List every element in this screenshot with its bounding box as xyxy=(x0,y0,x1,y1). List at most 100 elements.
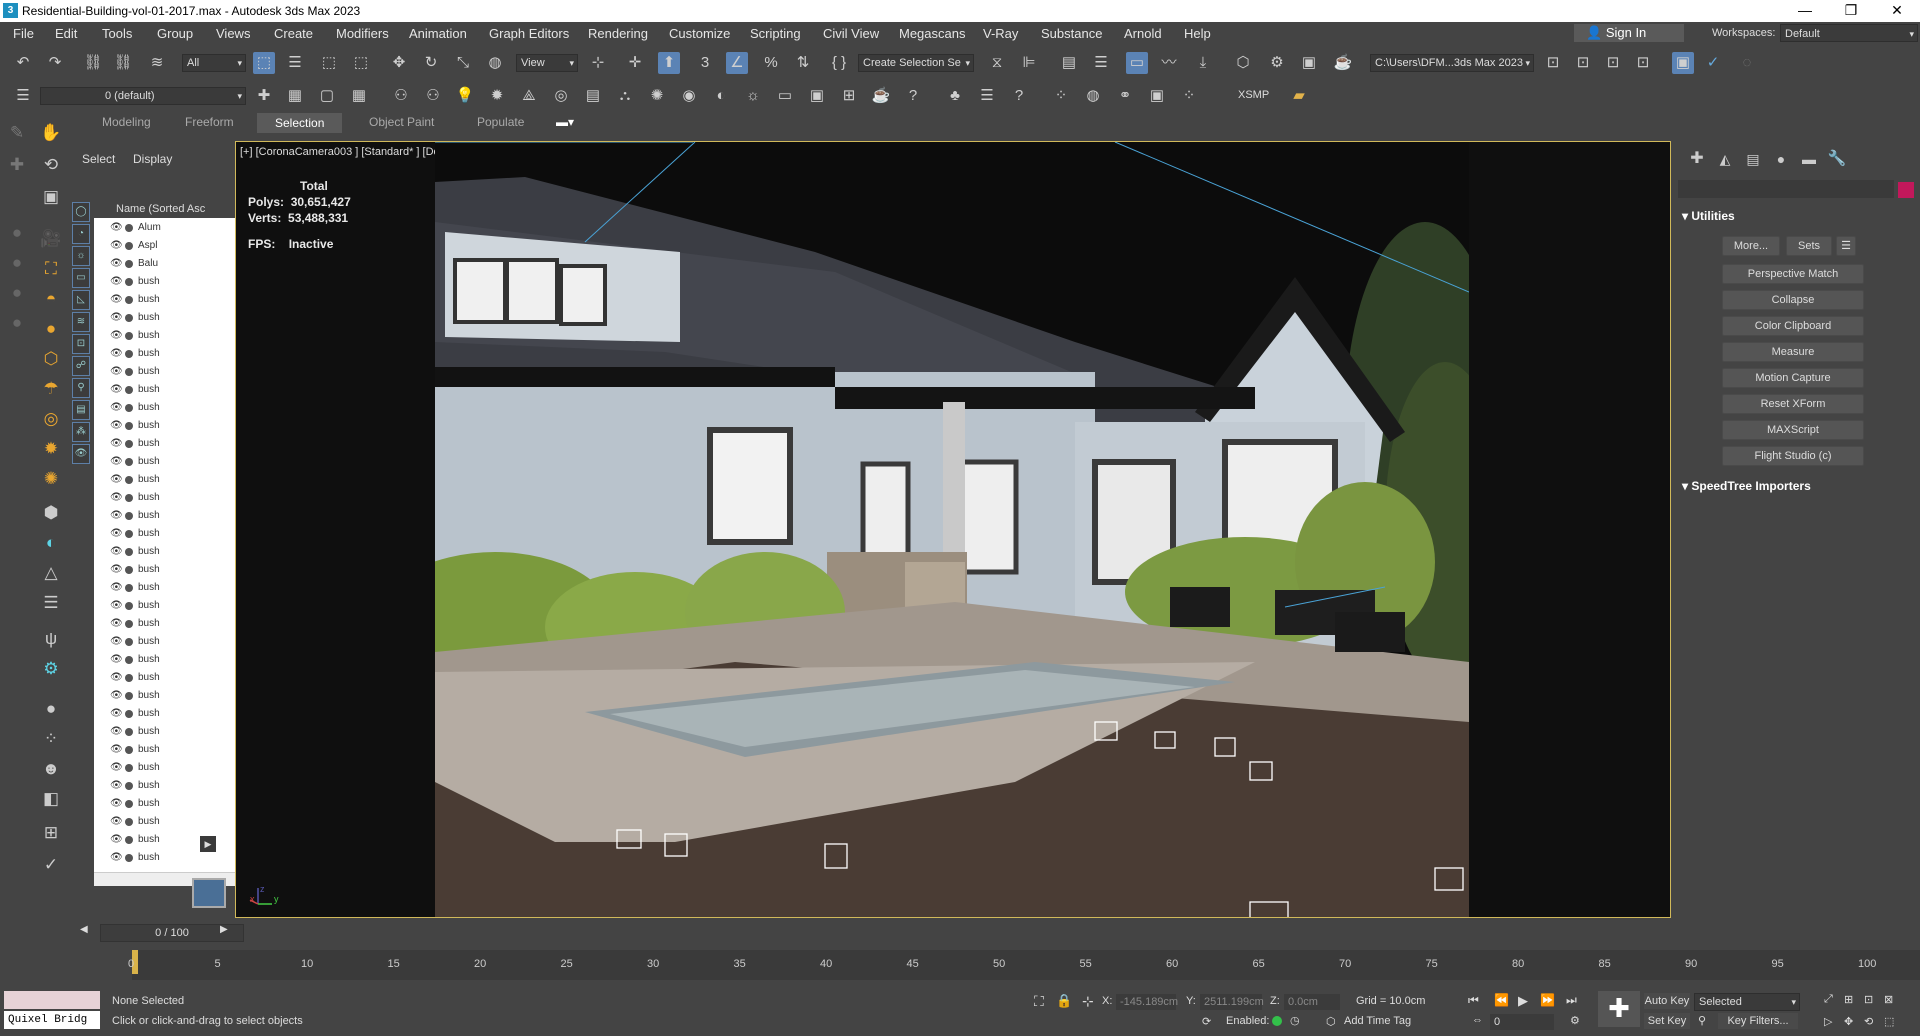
explorer-row[interactable]: 👁 bush xyxy=(94,543,258,561)
toolbar-icon-d[interactable]: ⊡ xyxy=(1632,52,1654,74)
color-clipboard-button[interactable]: Color Clipboard xyxy=(1722,316,1864,336)
tab-populate[interactable]: Populate xyxy=(477,115,524,129)
redo-icon[interactable]: ↷ xyxy=(44,52,66,74)
circle-icon-4[interactable]: ● xyxy=(4,312,30,334)
freeze-toggle-icon[interactable] xyxy=(125,782,133,790)
configure-sets-icon[interactable]: ☰ xyxy=(1836,236,1856,256)
timeline-track[interactable]: 0 5 10 15 20 25 30 35 40 45 50 55 60 65 70 75 80 85 90 95 10… xyxy=(128,950,1920,980)
menu-rendering[interactable]: Rendering xyxy=(588,26,648,41)
explorer-row[interactable]: 👁 bush xyxy=(94,597,258,615)
spinner-snap-icon[interactable]: ⇅ xyxy=(792,52,814,74)
filter-frozen-icon[interactable]: ▤ xyxy=(72,400,90,420)
explorer-row[interactable]: 👁 bush xyxy=(94,777,258,795)
menu-file[interactable]: File xyxy=(13,26,34,41)
rollout-speedtree[interactable]: ▾ SpeedTree Importers xyxy=(1674,476,1912,496)
lightbulb-icon[interactable]: ☼ xyxy=(742,85,764,107)
frame-buffer-icon[interactable]: ▣ xyxy=(806,85,828,107)
timeline-prev-icon[interactable]: ◀ xyxy=(80,924,88,935)
freeze-toggle-icon[interactable] xyxy=(125,224,133,232)
freeze-toggle-icon[interactable] xyxy=(125,242,133,250)
x-coordinate-field[interactable]: -145.189cm xyxy=(1116,994,1178,1010)
enabled-indicator[interactable] xyxy=(1272,1016,1282,1026)
y-coordinate-field[interactable]: 2511.199cm xyxy=(1200,994,1264,1010)
layer-dropdown[interactable]: 0 (default) xyxy=(40,87,246,105)
visibility-eye-icon[interactable]: 👁 xyxy=(110,507,123,525)
freeze-toggle-icon[interactable] xyxy=(125,818,133,826)
list-tool-icon[interactable]: ☰ xyxy=(38,592,64,614)
hand-icon[interactable]: ✋ xyxy=(38,122,64,144)
explorer-row[interactable]: 👁 Alum xyxy=(94,219,258,237)
freeze-toggle-icon[interactable] xyxy=(125,692,133,700)
teapot-tool-icon[interactable]: ☂ xyxy=(38,378,64,400)
explorer-row[interactable]: 👁 bush xyxy=(94,507,258,525)
visibility-eye-icon[interactable]: 👁 xyxy=(110,345,123,363)
node-icon-2[interactable]: ◍ xyxy=(1082,85,1104,107)
explorer-row[interactable]: 👁 bush xyxy=(94,471,258,489)
tab-object-paint[interactable]: Object Paint xyxy=(369,115,434,129)
explorer-row[interactable]: 👁 bush xyxy=(94,561,258,579)
current-frame-field[interactable]: 0 xyxy=(1490,1014,1554,1030)
freeze-toggle-icon[interactable] xyxy=(125,350,133,358)
scene-list-icon[interactable]: ▤ xyxy=(582,85,604,107)
quixel-bridge-field[interactable]: Quixel Bridg xyxy=(4,1011,100,1029)
visibility-eye-icon[interactable]: 👁 xyxy=(110,669,123,687)
visibility-eye-icon[interactable]: 👁 xyxy=(110,831,123,849)
visibility-eye-icon[interactable]: 👁 xyxy=(110,813,123,831)
visibility-eye-icon[interactable]: 👁 xyxy=(110,255,123,273)
paint-icon[interactable]: ⛶ xyxy=(38,258,64,280)
link-icon[interactable]: ⛓ xyxy=(82,52,104,74)
orbit-icon[interactable]: ⟲ xyxy=(38,154,64,176)
object-color-swatch[interactable] xyxy=(1898,182,1914,198)
menu-views[interactable]: Views xyxy=(216,26,250,41)
freeze-toggle-icon[interactable] xyxy=(125,800,133,808)
freeze-toggle-icon[interactable] xyxy=(125,260,133,268)
filter-hidden-icon[interactable]: 👁 xyxy=(72,444,90,464)
create-tab-icon[interactable]: ✚ xyxy=(1684,148,1710,170)
layers-icon[interactable]: ☰ xyxy=(12,85,34,107)
key-mode-icon[interactable]: ⇔ xyxy=(1472,1014,1483,1026)
visibility-eye-icon[interactable]: 👁 xyxy=(110,579,123,597)
explorer-row[interactable]: 👁 bush xyxy=(94,849,258,867)
circle-icon-1[interactable]: ● xyxy=(4,222,30,244)
visibility-eye-icon[interactable]: 👁 xyxy=(110,399,123,417)
list-icon[interactable]: ☰ xyxy=(976,85,998,107)
unlink-icon[interactable]: ⛓ xyxy=(112,52,134,74)
maximize-viewport-icon[interactable]: ⬚ xyxy=(1884,1015,1894,1028)
visibility-eye-icon[interactable]: 👁 xyxy=(110,453,123,471)
add-time-tag-icon[interactable]: ⬡ xyxy=(1326,1015,1336,1028)
explorer-row[interactable]: 👁 bush xyxy=(94,291,258,309)
rollout-utilities[interactable]: ▾ Utilities xyxy=(1674,206,1912,226)
vray-logo-icon[interactable]: ✓ xyxy=(38,854,64,876)
explorer-list[interactable]: 👁 Alum 👁 Aspl 👁 Balu 👁 bush 👁 bush 👁 bush 👁 bush 👁 bush… xyxy=(94,201,258,878)
measure-button[interactable]: Measure xyxy=(1722,342,1864,362)
vray-toolbar-icon-2[interactable]: ⚇ xyxy=(422,85,444,107)
curve-editor-icon[interactable]: 〰 xyxy=(1158,52,1180,74)
filter-shapes-icon[interactable]: ◔ xyxy=(72,224,90,244)
tree-icon[interactable]: ♣ xyxy=(944,85,966,107)
maxscript-button[interactable]: MAXScript xyxy=(1722,420,1864,440)
freeze-toggle-icon[interactable] xyxy=(125,296,133,304)
key-filters-button[interactable]: Key Filters... xyxy=(1718,1013,1798,1029)
z-coordinate-field[interactable]: 0.0cm xyxy=(1284,994,1340,1010)
explorer-row[interactable]: 👁 bush xyxy=(94,633,258,651)
teapot-icon[interactable]: ☕ xyxy=(870,85,892,107)
close-button[interactable]: ✕ xyxy=(1874,0,1920,22)
menu-create[interactable]: Create xyxy=(274,26,313,41)
isolate-icon[interactable]: ⛶ xyxy=(1034,993,1044,1010)
freeze-toggle-icon[interactable] xyxy=(125,710,133,718)
monitor-icon[interactable]: ▣ xyxy=(38,186,64,208)
fov-icon[interactable]: ▷ xyxy=(1824,1015,1832,1028)
freeze-toggle-icon[interactable] xyxy=(125,548,133,556)
menu-graph-editors[interactable]: Graph Editors xyxy=(489,26,569,41)
light-tool-icon[interactable]: ✺ xyxy=(38,468,64,490)
node-icon-4[interactable]: ▣ xyxy=(1146,85,1168,107)
ribbon-options-icon[interactable]: ▬▾ xyxy=(556,115,574,129)
explorer-row[interactable]: 👁 bush xyxy=(94,759,258,777)
menu-customize[interactable]: Customize xyxy=(669,26,730,41)
circle-icon-2[interactable]: ● xyxy=(4,252,30,274)
visibility-eye-icon[interactable]: 👁 xyxy=(110,687,123,705)
node-icon-1[interactable]: ⁘ xyxy=(1050,85,1072,107)
schematic-view-icon[interactable]: ⤓ xyxy=(1192,52,1214,74)
visibility-eye-icon[interactable]: 👁 xyxy=(110,309,123,327)
table-icon[interactable]: ⊞ xyxy=(38,822,64,844)
